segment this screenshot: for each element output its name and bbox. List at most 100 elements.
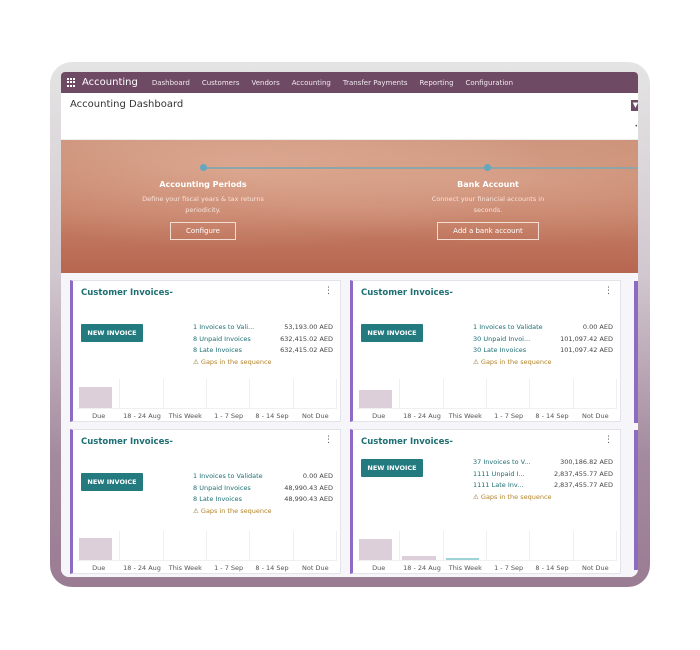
apps-menu-icon[interactable] [67,78,76,87]
stat-row: 1111 Late Inv... 2,837,455.77 AED [473,481,613,493]
stat-link[interactable]: 1111 Unpaid I... [473,470,525,482]
filter-icon[interactable]: ▼ [631,100,638,111]
aging-chart: Due 18 - 24 Aug This Week 1 - 7 Sep 8 - 14 S… [357,379,617,421]
sequence-gap-warning[interactable]: ⚠ Gaps in the sequence [193,507,333,515]
warning-text: Gaps in the sequence [200,506,272,515]
chart-tick-label: This Week [168,564,202,572]
step-description: periodicity. [185,206,221,214]
stat-row: 8 Unpaid Invoices 48,990.43 AED [193,484,333,496]
new-invoice-button[interactable]: NEW INVOICE [361,459,423,477]
chart-tick-label: 18 - 24 Aug [123,412,161,420]
chart-column [164,379,207,409]
chart-bar[interactable] [79,387,113,408]
journal-card: Customer Invoices- ⋮ NEW INVOICE 1 Invoice… [70,429,341,574]
stat-link[interactable]: 1 Invoices to Vali... [193,323,254,335]
stat-link[interactable]: 37 Invoices to V... [473,458,530,470]
chart-tick-label: 1 - 7 Sep [494,564,524,572]
new-invoice-button[interactable]: NEW INVOICE [361,324,423,342]
kebab-menu-icon[interactable]: ⋮ [324,435,333,445]
nav-reporting[interactable]: Reporting [420,79,454,87]
chart-tick-label: 8 - 14 Sep [255,564,289,572]
nav-configuration[interactable]: Configuration [466,79,513,87]
card-title[interactable]: Customer Invoices- [361,437,453,447]
chart-tick-label: 1 - 7 Sep [214,412,244,420]
chart-bar[interactable] [359,389,393,408]
chart-bar[interactable] [79,537,113,560]
new-invoice-button[interactable]: NEW INVOICE [81,324,143,342]
chart-tick-label: Not Due [302,412,329,420]
nav-dashboard[interactable]: Dashboard [152,79,190,87]
stat-link[interactable]: 1 Invoices to Validate [193,472,263,484]
stat-link[interactable]: 8 Unpaid Invoices [193,335,251,347]
chart-tick-label: Due [372,564,386,572]
stat-link[interactable]: 1111 Late Inv... [473,481,523,493]
chart-column [400,379,444,409]
stat-row: 8 Late Invoices 632,415.02 AED [193,346,333,358]
step-description: Connect your financial accounts in [431,195,545,203]
chart-bar[interactable] [402,556,436,560]
chart-column [164,531,207,561]
stat-link[interactable]: 30 Late Invoices [473,346,526,358]
step-title: Accounting Periods [159,180,247,189]
nav-customers[interactable]: Customers [202,79,240,87]
stat-link[interactable]: 8 Unpaid Invoices [193,484,251,496]
step-accounting-periods: Accounting Periods Define your fiscal ye… [113,180,293,240]
configure-button[interactable]: Configure [170,222,236,240]
stat-row: 1 Invoices to Validate 0.00 AED [193,472,333,484]
chart-column [250,379,294,409]
stat-value: 0.00 AED [302,472,333,480]
new-invoice-button[interactable]: NEW INVOICE [81,473,143,491]
card-title[interactable]: Customer Invoices- [81,437,173,447]
stat-link[interactable]: 30 Unpaid Invoi... [473,335,530,347]
warning-icon: ⚠ [193,506,199,515]
card-title[interactable]: Customer Invoices- [81,288,173,298]
stat-row: 30 Unpaid Invoi... 101,097.42 AED [473,335,613,347]
nav-vendors[interactable]: Vendors [251,79,279,87]
chart-tick-label: Not Due [582,564,609,572]
stat-value: 2,837,455.77 AED [553,481,613,489]
stat-link[interactable]: 8 Late Invoices [193,346,242,358]
chart-tick-label: 18 - 24 Aug [403,564,441,572]
kebab-menu-icon[interactable]: ⋮ [604,286,613,296]
chart-tick-label: 8 - 14 Sep [255,412,289,420]
chart-tick-label: 8 - 14 Sep [535,564,569,572]
chart-column [487,531,531,561]
chart-bar[interactable] [445,558,479,560]
chart-tick-label: 18 - 24 Aug [123,564,161,572]
app-name[interactable]: Accounting [82,77,138,88]
stat-row: 1 Invoices to Validate 0.00 AED [473,323,613,335]
chart-column [444,379,487,409]
aging-chart: Due 18 - 24 Aug This Week 1 - 7 Sep 8 - 14 S… [357,531,617,573]
kebab-menu-icon[interactable]: ⋮ [604,435,613,445]
stat-link[interactable]: 1 Invoices to Validate [473,323,543,335]
warning-icon: ⚠ [473,357,479,366]
stat-link[interactable]: 8 Late Invoices [193,495,242,507]
next-card-edge [634,430,638,570]
card-stats: 1 Invoices to Vali... 53,193.00 AED 8 Un… [193,323,333,366]
kebab-menu-icon[interactable]: ⋮ [324,286,333,296]
card-title[interactable]: Customer Invoices- [361,288,453,298]
sequence-gap-warning[interactable]: ⚠ Gaps in the sequence [473,493,613,501]
add-bank-account-button[interactable]: Add a bank account [437,222,539,240]
chart-column [120,531,164,561]
stat-value: 0.00 AED [582,323,613,331]
chart-column [530,531,574,561]
sequence-gap-warning[interactable]: ⚠ Gaps in the sequence [473,358,613,366]
stat-value: 300,186.82 AED [560,458,613,466]
chart-bar[interactable] [359,539,393,560]
stat-value: 2,837,455.77 AED [553,469,613,478]
top-navbar: Accounting Dashboard Customers Vendors A… [61,72,638,93]
journal-card: Customer Invoices- ⋮ NEW INVOICE 1 Invoice… [70,280,341,422]
step-description: Define your fiscal years & tax returns [142,195,264,203]
chart-tick-label: This Week [168,412,202,420]
warning-text: Gaps in the sequence [480,492,552,501]
nav-accounting[interactable]: Accounting [292,79,331,87]
dropdown-toggle-icon[interactable]: • [634,123,638,130]
nav-transfer-payments[interactable]: Transfer Payments [343,79,408,87]
chart-column [120,379,164,409]
onboarding-banner: Accounting Periods Define your fiscal ye… [61,140,638,273]
next-card-edge [634,281,638,423]
card-stats: 1 Invoices to Validate 0.00 AED 30 Unpai… [473,323,613,366]
sequence-gap-warning[interactable]: ⚠ Gaps in the sequence [193,358,333,366]
chart-column [250,531,294,561]
